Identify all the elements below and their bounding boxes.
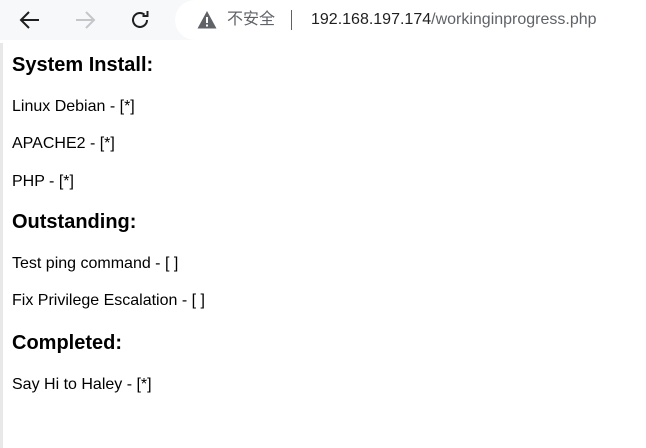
reload-button[interactable]: [124, 4, 156, 36]
reload-icon: [132, 11, 149, 28]
forward-button[interactable]: [69, 4, 101, 36]
url-text[interactable]: 192.168.197.174/workinginprogress.php: [311, 10, 597, 30]
divider: [291, 10, 292, 30]
url-path: /workinginprogress.php: [431, 11, 597, 28]
browser-toolbar: 不安全 192.168.197.174/workinginprogress.ph…: [0, 0, 646, 40]
page-content: System Install: Linux Debian - [*] APACH…: [0, 43, 646, 448]
list-item: Say Hi to Haley - [*]: [12, 376, 152, 393]
list-item: Linux Debian - [*]: [12, 98, 135, 115]
address-bar[interactable]: 不安全 192.168.197.174/workinginprogress.ph…: [175, 0, 646, 40]
list-item: Test ping command - [ ]: [12, 255, 179, 272]
list-item: Fix Privilege Escalation - [ ]: [12, 292, 205, 309]
completed-heading: Completed:: [12, 332, 122, 354]
list-item: PHP - [*]: [12, 173, 74, 190]
arrow-left-icon: [19, 11, 39, 29]
arrow-right-icon: [76, 11, 96, 29]
list-item: APACHE2 - [*]: [12, 135, 115, 152]
outstanding-heading: Outstanding:: [12, 211, 137, 233]
url-host: 192.168.197.174: [311, 11, 432, 28]
warning-icon[interactable]: [197, 10, 217, 30]
back-button[interactable]: [14, 4, 46, 36]
security-status-text[interactable]: 不安全: [227, 10, 275, 30]
system-install-heading: System Install:: [12, 54, 154, 76]
